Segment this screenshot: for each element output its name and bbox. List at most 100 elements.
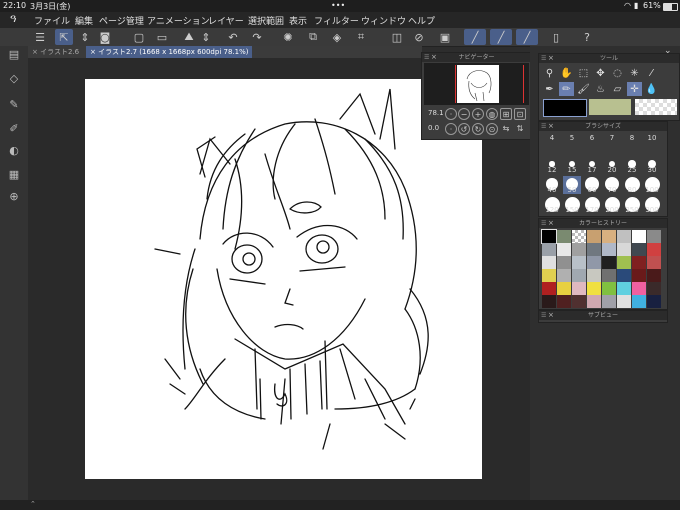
expand-up-icon[interactable]: ⌃ [30, 500, 36, 508]
color-history-swatch[interactable] [647, 269, 661, 282]
panel-close-icon[interactable]: × [548, 54, 554, 63]
menu-edit[interactable]: 編集 [75, 14, 93, 27]
open-folder-icon[interactable]: ▭ [153, 29, 171, 45]
tab-close-icon[interactable]: × [90, 48, 98, 56]
color-history-swatch[interactable] [542, 269, 556, 282]
layer-property-icon[interactable]: ▤ [4, 46, 24, 62]
magic-wand-icon[interactable]: ✳ [627, 66, 642, 80]
copy-icon[interactable]: ⧉ [304, 29, 322, 45]
loading-icon[interactable]: ✺ [279, 29, 297, 45]
brush-size-option[interactable]: 6 [583, 134, 601, 142]
eraser-tool-icon[interactable]: ▱ [610, 82, 625, 96]
color-history-swatch[interactable] [587, 243, 601, 256]
color-history-swatch[interactable] [617, 256, 631, 269]
eyedropper-icon[interactable]: ⁄ [644, 66, 659, 80]
brush-size-option[interactable]: 12 [543, 166, 561, 174]
color-history-swatch[interactable] [572, 243, 586, 256]
color-history-swatch[interactable] [617, 243, 631, 256]
blend-tool-icon[interactable]: 💧 [644, 82, 659, 96]
color-history-swatch[interactable] [557, 295, 571, 308]
color-history-swatch[interactable] [587, 256, 601, 269]
brush-size-option[interactable]: 4 [543, 134, 561, 142]
airbrush-tool-icon[interactable]: ♨ [593, 82, 608, 96]
search-icon[interactable]: ⊕ [4, 188, 24, 204]
hand-tool-icon[interactable]: ✋ [559, 66, 574, 80]
panel-menu-icon[interactable]: ☰ [541, 311, 546, 320]
color-history-swatch[interactable] [632, 282, 646, 295]
color-history-swatch[interactable] [602, 243, 616, 256]
color-history-swatch[interactable] [557, 256, 571, 269]
brush-size-option[interactable]: 60 [583, 186, 601, 194]
color-history-swatch[interactable] [602, 230, 616, 243]
brush-size-option[interactable]: 50 [563, 186, 581, 194]
color-history-swatch[interactable] [602, 282, 616, 295]
fit-screen-icon[interactable]: ⊡ [514, 108, 526, 120]
color-history-swatch[interactable] [572, 230, 586, 243]
brush-size-option[interactable]: 80 [623, 186, 641, 194]
menu-selection[interactable]: 選択範囲 [248, 14, 284, 27]
color-history-swatch[interactable] [602, 256, 616, 269]
color-history-swatch[interactable] [632, 256, 646, 269]
menu-layer[interactable]: レイヤー [208, 14, 244, 27]
layer-stepper-icon[interactable]: ⇕ [76, 29, 94, 45]
app-logo-icon[interactable]: ዓ [10, 12, 17, 26]
brush-size-option[interactable]: 250 [623, 206, 641, 214]
brush-sub-tool-icon[interactable]: ╱ [490, 29, 512, 45]
fit-window-icon[interactable]: ⊞ [500, 108, 512, 120]
color-history-swatch[interactable] [617, 269, 631, 282]
layer-panel-icon[interactable]: ◇ [4, 70, 24, 86]
brush-settings-icon[interactable]: ✐ [4, 120, 24, 136]
color-history-swatch[interactable] [572, 256, 586, 269]
brush-size-option[interactable]: 120 [543, 206, 561, 214]
color-history-swatch[interactable] [557, 230, 571, 243]
zoom-value[interactable]: 78.1 [428, 109, 444, 117]
brush-size-option[interactable]: 15 [563, 166, 581, 174]
rotation-slider-knob[interactable]: · [445, 123, 457, 135]
flip-vertical-icon[interactable]: ⇅ [514, 123, 526, 135]
menu-animation[interactable]: アニメーション [147, 14, 210, 27]
color-history-swatch[interactable] [587, 269, 601, 282]
panel-close-icon[interactable]: × [548, 311, 554, 320]
menu-file[interactable]: ファイル [34, 14, 70, 27]
zoom-out-icon[interactable]: − [458, 108, 470, 120]
tool-property-icon[interactable]: ✎ [4, 96, 24, 112]
material-icon[interactable]: ▦ [4, 166, 24, 182]
menu-help[interactable]: ヘルプ [408, 14, 435, 27]
select-tool-icon[interactable]: ⬚ [576, 66, 591, 80]
main-color-swatch[interactable] [543, 99, 587, 117]
zoom-reset-icon[interactable]: ◍ [486, 108, 498, 120]
brush-size-option[interactable]: 10 [643, 134, 661, 142]
color-history-swatch[interactable] [587, 230, 601, 243]
brush-size-option[interactable]: 25 [623, 166, 641, 174]
panel-close-icon[interactable]: × [548, 219, 554, 228]
color-history-swatch[interactable] [587, 282, 601, 295]
color-history-swatch[interactable] [647, 256, 661, 269]
panel-menu-icon[interactable]: ☰ [541, 219, 546, 228]
brush-size-option[interactable]: 8 [623, 134, 641, 142]
color-history-swatch[interactable] [572, 282, 586, 295]
save-stepper-icon[interactable]: ⇕ [197, 29, 215, 45]
zoom-tool-icon[interactable]: ⚲ [542, 66, 557, 80]
color-history-swatch[interactable] [557, 243, 571, 256]
color-history-swatch[interactable] [632, 295, 646, 308]
undo-icon[interactable]: ↶ [224, 29, 242, 45]
tab-close-icon[interactable]: × [32, 48, 40, 56]
menu-icon[interactable]: ☰ [31, 29, 49, 45]
lasso-tool-icon[interactable]: ◌ [610, 66, 625, 80]
select-layer-icon[interactable]: ⇱ [55, 29, 73, 45]
brush-size-option[interactable]: 70 [603, 186, 621, 194]
color-history-swatch[interactable] [617, 295, 631, 308]
brush-size-option[interactable]: 200 [603, 206, 621, 214]
gallery-icon[interactable]: ◙ [96, 29, 114, 45]
pen-sub-tool-icon[interactable]: ╱ [464, 29, 486, 45]
smartphone-icon[interactable]: ▯ [547, 29, 565, 45]
color-history-swatch[interactable] [542, 243, 556, 256]
color-history-swatch[interactable] [632, 230, 646, 243]
menu-view[interactable]: 表示 [289, 14, 307, 27]
brush-size-option[interactable]: 170 [583, 206, 601, 214]
zoom-in-icon[interactable]: + [472, 108, 484, 120]
save-icon[interactable]: ⛰ [180, 29, 198, 45]
navigator-preview-area[interactable] [424, 63, 529, 105]
color-history-swatch[interactable] [602, 269, 616, 282]
brush-size-option[interactable]: 150 [563, 206, 581, 214]
